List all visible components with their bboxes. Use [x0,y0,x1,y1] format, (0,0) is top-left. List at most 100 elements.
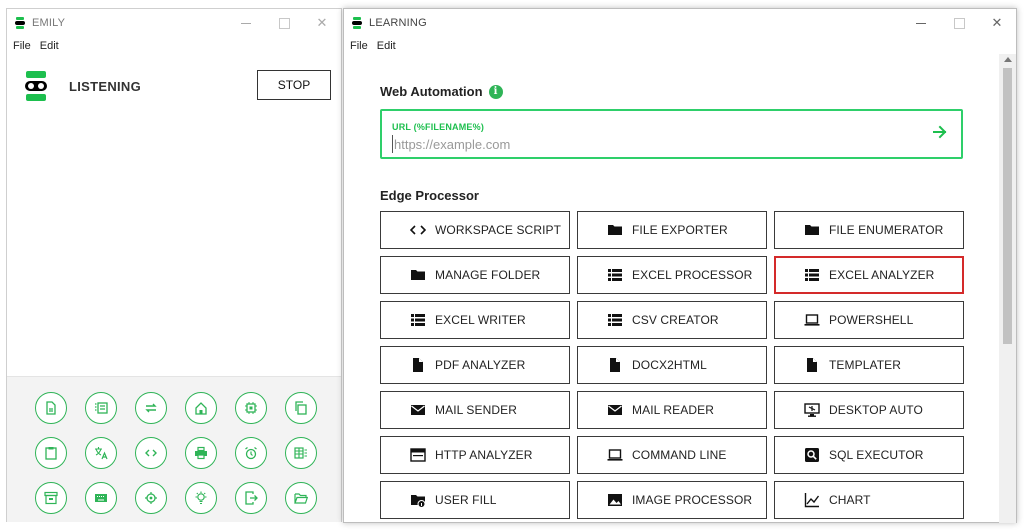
processor-button-file-enumerator[interactable]: FILE ENUMERATOR [774,211,964,249]
list-icon [606,267,624,283]
tool-button-clipboard[interactable] [35,437,67,469]
file-icon [803,357,821,373]
processor-button-mail-sender[interactable]: MAIL SENDER [380,391,570,429]
processor-label: CSV CREATOR [632,313,719,327]
title-bar[interactable]: LEARNING ✕ [344,9,1016,37]
processor-label: MAIL READER [632,403,715,417]
title-bar[interactable]: EMILY ✕ [7,9,341,37]
folder-open-icon [294,491,308,505]
menu-edit[interactable]: Edit [377,40,396,52]
tool-button-table[interactable] [285,437,317,469]
processor-button-file-exporter[interactable]: FILE EXPORTER [577,211,767,249]
tool-button-translate[interactable] [85,437,117,469]
processor-button-manage-folder[interactable]: MANAGE FOLDER [380,256,570,294]
minimize-icon[interactable] [227,9,265,37]
processor-button-pdf-analyzer[interactable]: PDF ANALYZER [380,346,570,384]
processor-label: SQL EXECUTOR [829,448,924,462]
tool-button-code[interactable] [135,437,167,469]
emily-window: EMILY ✕ File Edit LISTENING STOP [6,8,342,522]
tool-button-document[interactable] [35,392,67,424]
tool-button-crosshair[interactable] [135,482,167,514]
processor-button-workspace-script[interactable]: WORKSPACE SCRIPT [380,211,570,249]
code-icon [144,446,158,460]
processor-label: EXCEL ANALYZER [829,268,935,282]
scroll-up-icon[interactable] [1004,57,1012,62]
processor-button-mail-reader[interactable]: MAIL READER [577,391,767,429]
processor-button-sql-executor[interactable]: SQL EXECUTOR [774,436,964,474]
info-icon[interactable]: i [488,84,503,99]
processor-button-excel-processor[interactable]: EXCEL PROCESSOR [577,256,767,294]
menu-file[interactable]: File [13,40,31,52]
edge-processor-heading: Edge Processor [380,188,479,203]
list-icon [803,267,821,283]
monitor-icon [803,402,821,418]
list-icon [606,312,624,328]
arrow-right-icon[interactable] [931,123,949,141]
processor-button-http-analyzer[interactable]: HTTP ANALYZER [380,436,570,474]
laptop-icon [606,447,624,463]
search-box-icon [803,447,821,463]
tool-button-repeat[interactable] [135,392,167,424]
tool-button-folder-open[interactable] [285,482,317,514]
home-icon [194,401,208,415]
close-icon[interactable]: ✕ [978,9,1016,37]
processor-label: FILE EXPORTER [632,223,728,237]
processor-button-user-fill[interactable]: USER FILL [380,481,570,519]
tool-button-lightbulb[interactable] [185,482,217,514]
processor-button-excel-analyzer[interactable]: EXCEL ANALYZER [774,256,964,294]
processor-button-csv-creator[interactable]: CSV CREATOR [577,301,767,339]
tool-button-keyboard[interactable] [85,482,117,514]
scroll-thumb[interactable] [1003,68,1012,344]
archive-icon [44,491,58,505]
processor-button-excel-writer[interactable]: EXCEL WRITER [380,301,570,339]
robot-logo-icon [25,71,47,101]
tool-button-copy[interactable] [285,392,317,424]
processor-button-chart[interactable]: CHART [774,481,964,519]
maximize-icon[interactable] [940,9,978,37]
url-input[interactable] [392,135,912,153]
mail-icon [409,402,427,418]
processor-button-desktop-auto[interactable]: DESKTOP AUTO [774,391,964,429]
tool-panel [7,376,341,522]
menu-bar: File Edit [7,37,341,54]
chip-icon [244,401,258,415]
main-content: Web Automation i URL (%FILENAME%) Edge P… [344,54,1000,522]
processor-button-image-processor[interactable]: IMAGE PROCESSOR [577,481,767,519]
printer-icon [194,446,208,460]
processor-grid: WORKSPACE SCRIPT FILE EXPORTER FILE ENUMER… [380,211,964,519]
section-title: Web Automation [380,84,483,99]
url-field[interactable]: URL (%FILENAME%) [380,109,963,159]
tool-button-alarm[interactable] [235,437,267,469]
code-icon [409,222,427,238]
list-icon [409,312,427,328]
alarm-icon [244,446,258,460]
processor-label: WORKSPACE SCRIPT [435,223,562,237]
vertical-scrollbar[interactable] [999,54,1016,523]
stop-button[interactable]: STOP [257,70,331,100]
tool-button-list[interactable] [85,392,117,424]
close-icon[interactable]: ✕ [303,9,341,37]
menu-edit[interactable]: Edit [40,40,59,52]
tool-button-export[interactable] [235,482,267,514]
app-logo-icon [352,17,362,29]
processor-label: DOCX2HTML [632,358,707,372]
processor-button-templater[interactable]: TEMPLATER [774,346,964,384]
maximize-icon[interactable] [265,9,303,37]
processor-label: USER FILL [435,493,497,507]
processor-button-docx2html[interactable]: DOCX2HTML [577,346,767,384]
repeat-icon [144,401,158,415]
tool-button-home[interactable] [185,392,217,424]
web-automation-heading: Web Automation i [380,84,503,99]
tool-button-archive[interactable] [35,482,67,514]
folder-icon [803,222,821,238]
processor-label: POWERSHELL [829,313,914,327]
tool-button-chip[interactable] [235,392,267,424]
tool-button-printer[interactable] [185,437,217,469]
processor-button-command-line[interactable]: COMMAND LINE [577,436,767,474]
processor-button-powershell[interactable]: POWERSHELL [774,301,964,339]
minimize-icon[interactable] [902,9,940,37]
status-row: LISTENING [25,71,141,101]
processor-label: COMMAND LINE [632,448,727,462]
menu-file[interactable]: File [350,40,368,52]
folder-info-icon [409,492,427,508]
